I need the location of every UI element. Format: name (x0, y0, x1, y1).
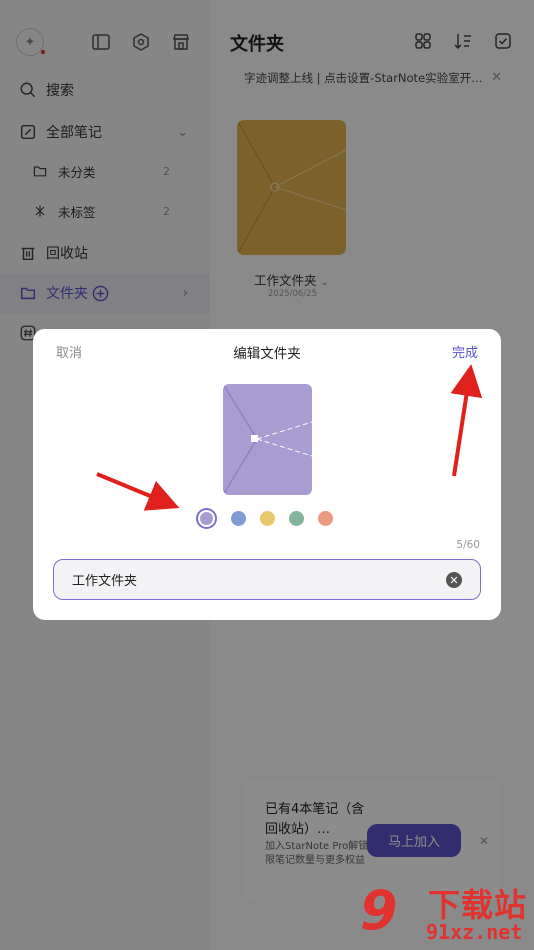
char-counter: 5/60 (456, 539, 480, 551)
color-picker (196, 507, 333, 529)
watermark: 9 下载站 91xz.net (360, 876, 532, 948)
clear-icon[interactable]: ✕ (446, 572, 462, 588)
input-value: 工作文件夹 (72, 574, 138, 589)
color-swatch-orange[interactable] (318, 510, 333, 526)
folder-name-input[interactable]: 工作文件夹 ✕ (53, 559, 481, 600)
done-button[interactable]: 完成 (452, 342, 478, 361)
color-swatch-green[interactable] (289, 510, 304, 526)
folder-preview (223, 384, 312, 495)
dialog-title: 编辑文件夹 (233, 346, 301, 362)
color-swatch-yellow[interactable] (260, 510, 275, 526)
watermark-url: 91xz.net (426, 920, 523, 944)
edit-folder-dialog: 取消 编辑文件夹 完成 5/60 工作文件夹 ✕ (33, 329, 501, 620)
folder-cover-icon (223, 384, 312, 495)
color-swatch-blue[interactable] (231, 510, 246, 526)
watermark-logo: 9 (360, 879, 398, 942)
color-swatch-purple[interactable] (196, 507, 217, 529)
